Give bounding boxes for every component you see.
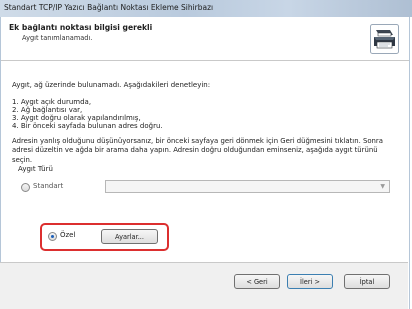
intro-text: Aygıt, ağ üzerinde bulunamadı. Aşağıdaki…: [12, 81, 211, 89]
standard-radio-label[interactable]: Standart: [33, 182, 63, 192]
settings-button[interactable]: Ayarlar...: [101, 229, 158, 244]
printer-wizard-icon: [370, 24, 399, 54]
title-bar[interactable]: Standart TCP/IP Yazıcı Bağlantı Noktası …: [0, 0, 412, 17]
standard-radio[interactable]: [21, 183, 30, 192]
wizard-header: Ek bağlantı noktası bilgisi gerekli Aygı…: [1, 17, 409, 60]
back-button[interactable]: < Geri: [234, 274, 280, 289]
standard-device-combobox[interactable]: ▼: [105, 180, 390, 193]
checklist-item: 4. Bir önceki sayfada bulunan adres doğr…: [12, 122, 163, 130]
chevron-down-icon[interactable]: ▼: [380, 183, 385, 190]
window-title: Standart TCP/IP Yazıcı Bağlantı Noktası …: [4, 3, 214, 12]
cancel-button[interactable]: İptal: [344, 274, 390, 289]
device-type-group-label: Aygıt Türü: [18, 165, 53, 173]
next-button[interactable]: İleri >: [287, 274, 333, 289]
header-subtitle: Aygıt tanımlanamadı.: [22, 34, 93, 42]
instruction-paragraph: Adresin yanlış olduğunu düşünüyorsanız, …: [12, 137, 383, 164]
wizard-window: Standart TCP/IP Yazıcı Bağlantı Noktası …: [0, 0, 412, 309]
header-title: Ek bağlantı noktası bilgisi gerekli: [9, 23, 153, 32]
custom-radio-label[interactable]: Özel: [60, 231, 75, 241]
header-divider: [1, 60, 409, 61]
custom-radio[interactable]: [48, 232, 57, 241]
